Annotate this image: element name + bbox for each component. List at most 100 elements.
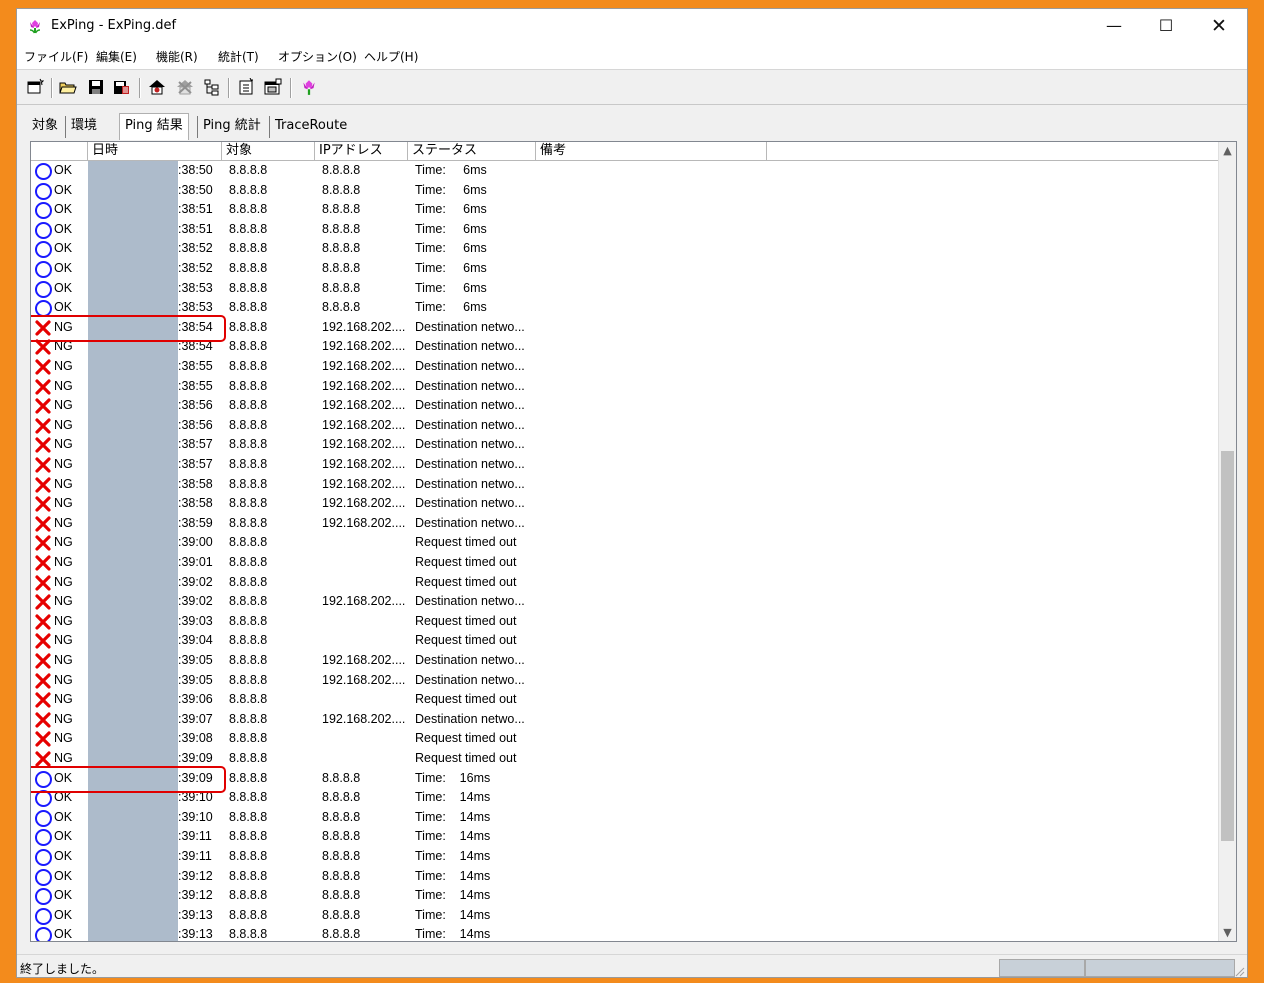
table-row[interactable]: OK:38:51 8.8.8.8 8.8.8.8 Time: 6ms: [31, 221, 1221, 241]
tab-environment[interactable]: 環境: [65, 116, 102, 138]
table-row[interactable]: OK:38:50 8.8.8.8 8.8.8.8 Time: 6ms: [31, 162, 1221, 182]
new-target-icon[interactable]: [237, 78, 255, 96]
properties-icon[interactable]: [264, 78, 282, 96]
tab-target[interactable]: 対象: [27, 116, 63, 138]
table-row[interactable]: OK:38:50 8.8.8.8 8.8.8.8 Time: 6ms: [31, 182, 1221, 202]
time-cell: :38:57: [178, 457, 213, 471]
table-row[interactable]: NG:39:00 8.8.8.8 Request timed out: [31, 534, 1221, 554]
table-row[interactable]: NG:38:55 8.8.8.8 192.168.202.... Destinatio…: [31, 358, 1221, 378]
minimize-button[interactable]: —: [1091, 9, 1137, 43]
tab-ping-result[interactable]: Ping 結果: [119, 113, 189, 140]
table-row[interactable]: OK:38:53 8.8.8.8 8.8.8.8 Time: 6ms: [31, 280, 1221, 300]
result-cell: NG: [54, 711, 73, 726]
close-button[interactable]: ✕: [1196, 9, 1242, 43]
column-header-datetime[interactable]: 日時: [88, 142, 222, 160]
ok-circle-icon: [35, 182, 52, 200]
table-row[interactable]: OK:39:10 8.8.8.8 8.8.8.8 Time: 14ms: [31, 809, 1221, 829]
table-row[interactable]: NG:39:05 8.8.8.8 192.168.202.... Destinatio…: [31, 652, 1221, 672]
table-row[interactable]: NG:39:08 8.8.8.8 Request timed out: [31, 730, 1221, 750]
title-bar[interactable]: ExPing - ExPing.def — ☐ ✕: [17, 9, 1247, 43]
tulip-icon[interactable]: [300, 78, 318, 96]
tab-traceroute[interactable]: TraceRoute: [269, 116, 352, 138]
column-header-note[interactable]: 備考: [536, 142, 767, 160]
ping-result-list[interactable]: 日時 対象 IPアドレス ステータス 備考 OK:38:50 8.8.8.8 8.8…: [30, 141, 1237, 942]
menu-options[interactable]: オプション(O): [278, 48, 357, 65]
ip-cell: 192.168.202....: [322, 496, 406, 511]
table-row[interactable]: OK:39:12 8.8.8.8 8.8.8.8 Time: 14ms: [31, 868, 1221, 888]
ng-cross-icon: [35, 731, 51, 747]
resize-grip-icon[interactable]: [1233, 965, 1245, 977]
menu-file[interactable]: ファイル(F): [24, 48, 88, 65]
column-header-target[interactable]: 対象: [222, 142, 315, 160]
new-file-icon[interactable]: [26, 78, 44, 96]
target-cell: 8.8.8.8: [229, 927, 268, 942]
table-row[interactable]: NG:39:02 8.8.8.8 192.168.202.... Destinatio…: [31, 593, 1221, 613]
table-row[interactable]: NG:38:58 8.8.8.8 192.168.202.... Destinatio…: [31, 476, 1221, 496]
stop-ping-icon[interactable]: [176, 78, 194, 96]
target-cell: 8.8.8.8: [229, 829, 268, 844]
table-row[interactable]: NG:38:58 8.8.8.8 192.168.202.... Destinatio…: [31, 495, 1221, 515]
maximize-button[interactable]: ☐: [1143, 9, 1189, 43]
table-row[interactable]: NG:39:03 8.8.8.8 Request timed out: [31, 613, 1221, 633]
table-row[interactable]: OK:38:51 8.8.8.8 8.8.8.8 Time: 6ms: [31, 201, 1221, 221]
time-cell: :38:57: [178, 437, 213, 452]
time-cell: :39:02: [178, 594, 213, 609]
table-row[interactable]: NG:39:05 8.8.8.8 192.168.202.... Destinatio…: [31, 672, 1221, 692]
table-row[interactable]: NG:38:57 8.8.8.8 192.168.202.... Destinatio…: [31, 436, 1221, 456]
status-cell: Time: 14ms: [415, 790, 491, 805]
tree-icon[interactable]: [203, 78, 221, 96]
table-row[interactable]: OK:39:11 8.8.8.8 8.8.8.8 Time: 14ms: [31, 828, 1221, 848]
save-icon[interactable]: [87, 78, 105, 96]
toolbar: [17, 70, 1247, 105]
time-cell: :39:09: [178, 751, 213, 765]
column-header-result[interactable]: [31, 142, 88, 160]
time-cell: :38:50: [178, 163, 213, 177]
target-cell: 8.8.8.8: [229, 613, 268, 628]
table-row[interactable]: NG:39:07 8.8.8.8 192.168.202.... Destinatio…: [31, 711, 1221, 731]
result-cell: NG: [54, 535, 73, 550]
open-folder-icon[interactable]: [59, 78, 77, 96]
status-cell: Destination netwo...: [415, 515, 525, 530]
table-row[interactable]: NG:39:04 8.8.8.8 Request timed out: [31, 632, 1221, 652]
start-ping-icon[interactable]: [148, 78, 166, 96]
table-row[interactable]: NG:38:57 8.8.8.8 192.168.202.... Destinatio…: [31, 456, 1221, 476]
table-row[interactable]: OK:39:13 8.8.8.8 8.8.8.8 Time: 14ms: [31, 907, 1221, 927]
target-cell: 8.8.8.8: [229, 907, 268, 922]
table-row[interactable]: NG:39:01 8.8.8.8 Request timed out: [31, 554, 1221, 574]
table-row[interactable]: OK:39:13 8.8.8.8 8.8.8.8 Time: 14ms: [31, 926, 1221, 942]
table-row[interactable]: NG:38:55 8.8.8.8 192.168.202.... Destinatio…: [31, 378, 1221, 398]
tab-ping-stats[interactable]: Ping 統計: [197, 116, 266, 138]
menu-function[interactable]: 機能(R): [156, 48, 198, 65]
table-row[interactable]: NG:39:06 8.8.8.8 Request timed out: [31, 691, 1221, 711]
status-cell: Destination netwo...: [415, 359, 525, 373]
menu-statistics[interactable]: 統計(T): [218, 48, 259, 65]
column-header-status[interactable]: ステータス: [408, 142, 536, 160]
table-row[interactable]: OK:39:11 8.8.8.8 8.8.8.8 Time: 14ms: [31, 848, 1221, 868]
table-row[interactable]: OK:38:52 8.8.8.8 8.8.8.8 Time: 6ms: [31, 240, 1221, 260]
menu-help[interactable]: ヘルプ(H): [364, 48, 418, 65]
menu-edit[interactable]: 編集(E): [96, 48, 137, 65]
column-header-ip[interactable]: IPアドレス: [315, 142, 408, 160]
save-as-icon[interactable]: [113, 78, 131, 96]
table-row[interactable]: NG:39:02 8.8.8.8 Request timed out: [31, 574, 1221, 594]
ng-cross-icon: [35, 633, 51, 649]
target-cell: 8.8.8.8: [229, 790, 268, 805]
ng-cross-icon: [35, 496, 51, 512]
time-cell: :39:11: [178, 849, 212, 863]
target-cell: 8.8.8.8: [229, 261, 268, 275]
table-row[interactable]: OK:38:52 8.8.8.8 8.8.8.8 Time: 6ms: [31, 260, 1221, 280]
toolbar-separator: [290, 78, 292, 98]
time-cell: :39:12: [178, 868, 213, 883]
table-row[interactable]: NG:38:59 8.8.8.8 192.168.202.... Destinatio…: [31, 515, 1221, 535]
scroll-up-icon[interactable]: ▲: [1219, 144, 1236, 157]
scroll-thumb[interactable]: [1221, 451, 1234, 841]
table-row[interactable]: NG:38:56 8.8.8.8 192.168.202.... Destinatio…: [31, 417, 1221, 437]
vertical-scrollbar[interactable]: ▲ ▼: [1218, 142, 1236, 941]
table-row[interactable]: OK:39:12 8.8.8.8 8.8.8.8 Time: 14ms: [31, 887, 1221, 907]
target-cell: 8.8.8.8: [229, 535, 268, 550]
ip-cell: 8.8.8.8: [322, 280, 361, 295]
table-row[interactable]: NG:38:56 8.8.8.8 192.168.202.... Destinatio…: [31, 397, 1221, 417]
result-cell: NG: [54, 672, 73, 687]
scroll-down-icon[interactable]: ▼: [1219, 926, 1236, 939]
result-cell: OK: [54, 888, 73, 903]
